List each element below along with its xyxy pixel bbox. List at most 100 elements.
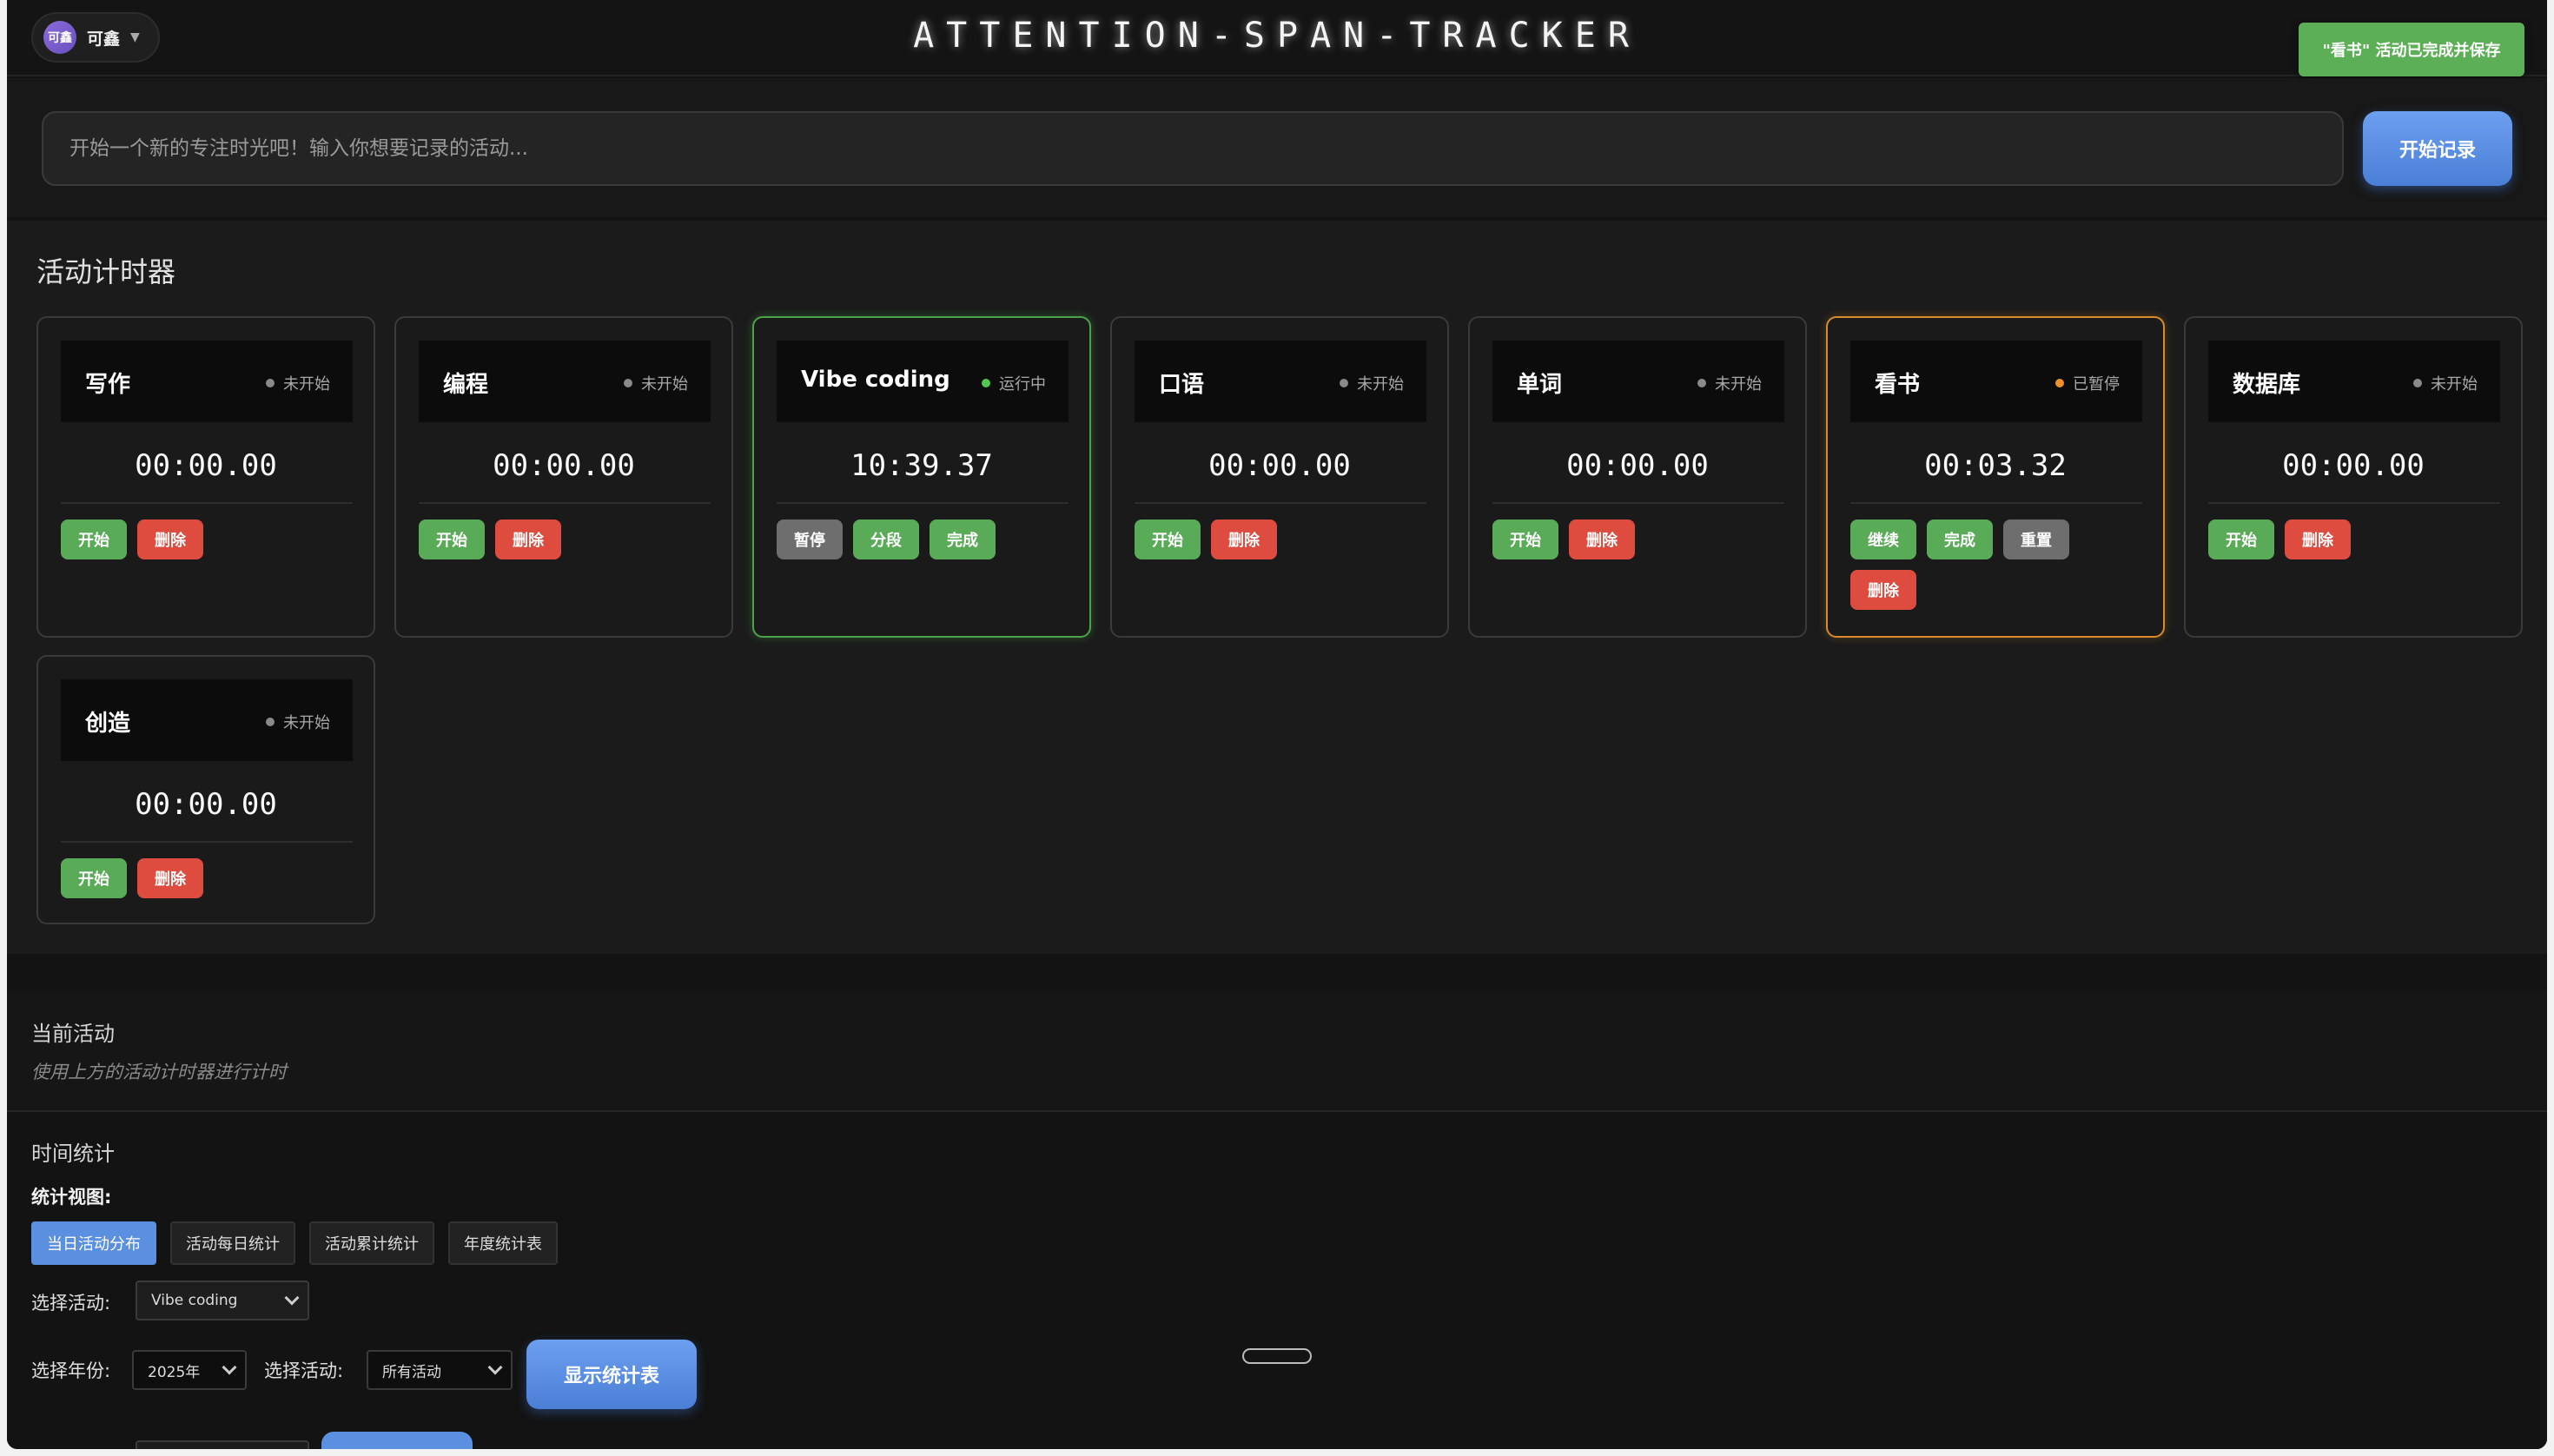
timer-actions: 开始 删除 (2208, 520, 2500, 559)
header: 可鑫 可鑫 ▼ ATTENTION-SPAN-TRACKER "看书" 活动已完… (7, 0, 2547, 76)
start-button[interactable]: 开始 (61, 858, 127, 898)
finish-button[interactable]: 完成 (930, 520, 996, 559)
timer-card-header: 单词 未开始 (1492, 341, 1784, 422)
timer-display: 00:00.00 (135, 787, 277, 822)
start-button[interactable]: 开始 (1492, 520, 1558, 559)
timer-display: 00:00.00 (135, 448, 277, 483)
resume-button[interactable]: 继续 (1850, 520, 1916, 559)
app-window: 可鑫 可鑫 ▼ ATTENTION-SPAN-TRACKER "看书" 活动已完… (7, 0, 2547, 1449)
stats-section: 时间统计 统计视图: 当日活动分布 活动每日统计 活动累计统计 年度统计表 选择… (7, 1114, 2547, 1449)
timer-name: 口语 (1159, 372, 1205, 398)
timer-name: 数据库 (2233, 372, 2301, 398)
pause-button[interactable]: 暂停 (777, 520, 843, 559)
timer-status: 未开始 (1697, 372, 1762, 394)
status-dot-icon (2413, 379, 2422, 387)
timer-card: 创造 未开始 00:00.00 开始 删除 (36, 655, 375, 924)
timer-status: 运行中 (982, 372, 1046, 394)
start-button[interactable]: 开始 (419, 520, 485, 559)
divider (777, 502, 1069, 504)
start-record-button[interactable]: 开始记录 (2363, 111, 2512, 186)
timer-card: 写作 未开始 00:00.00 开始 删除 (36, 316, 375, 638)
divider (61, 502, 353, 504)
timer-status-text: 未开始 (283, 714, 330, 732)
timer-name: 看书 (1875, 372, 1921, 398)
delete-button[interactable]: 删除 (137, 520, 203, 559)
timer-actions: 开始 删除 (61, 858, 353, 898)
timer-name: Vibe coding (801, 367, 950, 393)
tab-yearly-table[interactable]: 年度统计表 (448, 1221, 558, 1265)
timer-card-header: 编程 未开始 (419, 341, 711, 422)
start-button[interactable]: 开始 (1135, 520, 1201, 559)
timer-card-header: Vibe coding 运行中 (777, 341, 1069, 422)
split-button[interactable]: 分段 (853, 520, 919, 559)
current-activity-hint: 使用上方的活动计时器进行计时 (31, 1062, 287, 1082)
timer-display: 00:00.00 (493, 448, 635, 483)
year-select-value: 2025年 (148, 1363, 201, 1381)
timers-title: 活动计时器 (36, 255, 176, 288)
timer-card-header: 看书 已暂停 (1850, 341, 2142, 422)
tab-daily-distribution[interactable]: 当日活动分布 (31, 1221, 156, 1265)
timer-actions: 继续 完成 重置删除 (1850, 520, 2142, 610)
new-activity-input[interactable] (42, 111, 2344, 186)
timers-section: 活动计时器 写作 未开始 00:00.00 开始 删除 编程 未开始 00:00.00 开始 删除… (7, 221, 2547, 954)
show-stats-table-button[interactable]: 显示统计表 (526, 1340, 697, 1409)
delete-button[interactable]: 删除 (137, 858, 203, 898)
scroll-handle[interactable] (1242, 1348, 1312, 1364)
timer-card: 编程 未开始 00:00.00 开始 删除 (394, 316, 733, 638)
activity-select-value: Vibe coding (151, 1292, 238, 1309)
current-activity-title: 当前活动 (31, 1022, 115, 1046)
timer-status: 已暂停 (2055, 372, 2120, 394)
timer-actions: 开始 删除 (61, 520, 353, 559)
timer-display: 00:00.00 (1208, 448, 1351, 483)
delete-button[interactable]: 删除 (495, 520, 561, 559)
status-dot-icon (266, 379, 275, 387)
tab-activity-daily[interactable]: 活动每日统计 (170, 1221, 295, 1265)
timer-status-text: 未开始 (1357, 375, 1404, 394)
timer-card-header: 创造 未开始 (61, 679, 353, 761)
timer-status: 未开始 (624, 372, 688, 394)
divider (1492, 502, 1784, 504)
divider (419, 502, 711, 504)
chevron-down-icon (284, 1290, 300, 1306)
timer-display: 00:03.32 (1924, 448, 2067, 483)
timer-status-text: 运行中 (999, 375, 1046, 394)
delete-button[interactable]: 删除 (2285, 520, 2351, 559)
status-dot-icon (624, 379, 632, 387)
activity-select-2[interactable]: 所有活动 (367, 1350, 513, 1390)
start-button[interactable]: 开始 (2208, 520, 2274, 559)
timer-name: 创造 (85, 711, 131, 737)
timer-card: 单词 未开始 00:00.00 开始 删除 (1468, 316, 1807, 638)
timer-card: 数据库 未开始 00:00.00 开始 删除 (2184, 316, 2523, 638)
activity-select-2-value: 所有活动 (382, 1363, 441, 1381)
timer-card: Vibe coding 运行中 10:39.37 暂停 分段 完成 (752, 316, 1091, 638)
timer-status-text: 未开始 (283, 375, 330, 394)
partial-select[interactable] (136, 1440, 309, 1449)
stats-title: 时间统计 (31, 1142, 115, 1166)
finish-button[interactable]: 完成 (1927, 520, 1993, 559)
timer-status: 未开始 (266, 372, 330, 394)
divider (61, 841, 353, 843)
timer-actions: 暂停 分段 完成 (777, 520, 1069, 559)
start-button[interactable]: 开始 (61, 520, 127, 559)
activity-select[interactable]: Vibe coding (136, 1281, 309, 1320)
timer-status-text: 未开始 (2431, 375, 2478, 394)
tab-activity-cumulative[interactable]: 活动累计统计 (309, 1221, 434, 1265)
reset-button[interactable]: 重置 (2003, 520, 2069, 559)
timer-card: 看书 已暂停 00:03.32 继续 完成 重置删除 (1826, 316, 2165, 638)
delete-button[interactable]: 删除 (1211, 520, 1277, 559)
timer-status: 未开始 (266, 711, 330, 733)
status-dot-icon (1697, 379, 1706, 387)
timer-status-text: 未开始 (641, 375, 688, 394)
partial-button[interactable] (321, 1432, 473, 1449)
select-year-label: 选择年份: (31, 1360, 111, 1381)
delete-button[interactable]: 删除 (1569, 520, 1635, 559)
timer-status-text: 已暂停 (2073, 375, 2120, 394)
divider (1135, 502, 1426, 504)
year-select[interactable]: 2025年 (132, 1350, 247, 1390)
timer-card-header: 口语 未开始 (1135, 341, 1426, 422)
timer-name: 单词 (1517, 372, 1563, 398)
timer-card-header: 数据库 未开始 (2208, 341, 2500, 422)
timer-actions: 开始 删除 (1135, 520, 1426, 559)
delete-button[interactable]: 删除 (1850, 570, 1916, 610)
timer-actions: 开始 删除 (419, 520, 711, 559)
